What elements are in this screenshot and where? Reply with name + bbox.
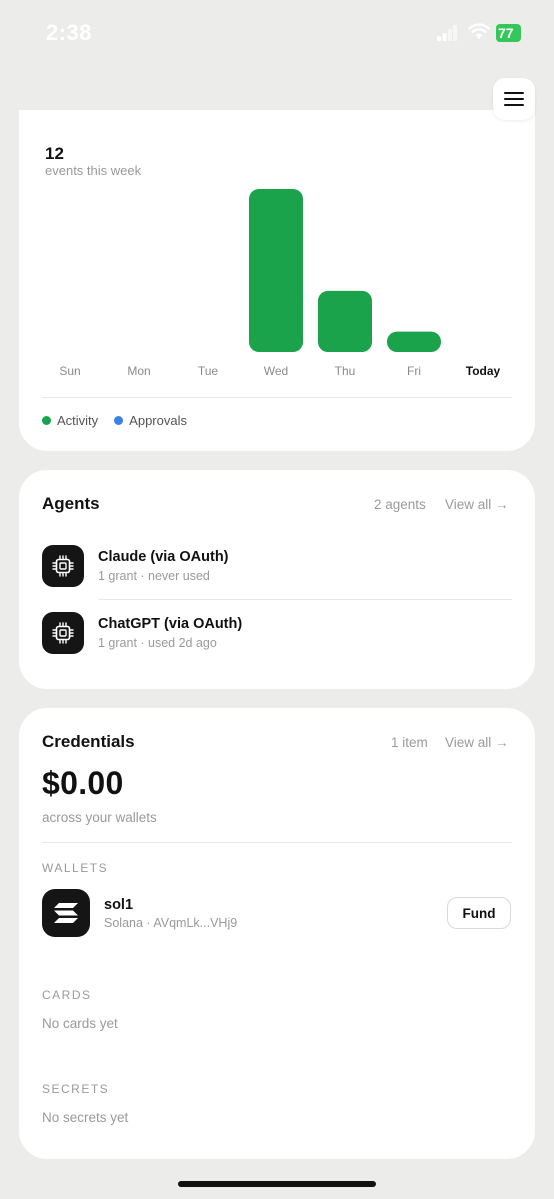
status-time: 2:38 [46, 20, 93, 45]
credentials-count: 1 item [391, 735, 428, 750]
activity-card: 12 events this week Sun Mon Tue Wed Thu Fri To… [19, 110, 535, 451]
chart-legend: Activity Approvals [42, 413, 187, 428]
wallet-name: sol1 [104, 897, 134, 913]
wallets-label: WALLETS [42, 861, 109, 875]
fund-button[interactable]: Fund [447, 897, 511, 929]
approvals-dot-icon [114, 416, 124, 425]
legend-activity-label: Activity [57, 413, 99, 428]
secrets-empty-text: No secrets yet [42, 1110, 129, 1125]
day-label-fri: Fri [407, 364, 421, 378]
bar-fri [387, 331, 441, 352]
agent-name: Claude (via OAuth) [98, 549, 229, 565]
legend-approvals: Approvals [114, 413, 187, 428]
balance-amount: $0.00 [42, 765, 124, 801]
day-label-sun: Sun [59, 364, 81, 378]
day-label-mon: Mon [127, 364, 151, 378]
day-label-wed: Wed [263, 364, 289, 378]
cards-label: CARDS [42, 988, 92, 1002]
chip-icon [42, 545, 84, 587]
cards-empty-text: No cards yet [42, 1016, 118, 1031]
balance-label: across your wallets [42, 810, 157, 825]
hamburger-icon [504, 92, 524, 106]
status-bar: 2:38 77 [0, 0, 554, 66]
signal-icon [437, 25, 457, 41]
agent-name: ChatGPT (via OAuth) [98, 616, 243, 632]
credentials-view-all-link[interactable]: View all → [445, 735, 509, 750]
agents-card: Agents 2 agents View all → Claude (via O… [19, 470, 535, 689]
day-label-today: Today [465, 364, 501, 378]
battery-indicator: 77 [496, 24, 521, 42]
agent-sub: 1 grant · never used [98, 569, 210, 583]
divider [98, 599, 512, 600]
solana-icon [42, 889, 90, 937]
agents-view-all-link[interactable]: View all → [445, 497, 509, 512]
day-label-tue: Tue [197, 364, 219, 378]
activity-dot-icon [42, 416, 51, 425]
legend-activity: Activity [42, 413, 98, 428]
menu-button[interactable] [493, 78, 535, 120]
divider [42, 397, 512, 398]
credentials-card: Credentials 1 item View all → $0.00 acro… [19, 708, 535, 1159]
bar-thu [318, 290, 372, 352]
agent-row-chatgpt[interactable]: ChatGPT (via OAuth) 1 grant · used 2d ag… [42, 612, 512, 656]
credentials-title: Credentials [42, 732, 135, 751]
agent-row-claude[interactable]: Claude (via OAuth) 1 grant · never used [42, 545, 512, 589]
wifi-icon [468, 23, 490, 39]
agent-sub: 1 grant · used 2d ago [98, 636, 217, 650]
secrets-label: SECRETS [42, 1082, 110, 1096]
legend-approvals-label: Approvals [129, 413, 187, 428]
agents-title: Agents [42, 494, 100, 513]
wallet-address: Solana · AVqmLk...VHj9 [104, 916, 238, 930]
chip-icon [42, 612, 84, 654]
home-indicator [178, 1181, 376, 1187]
agents-count: 2 agents [374, 497, 426, 512]
divider [42, 842, 512, 843]
bar-wed [249, 189, 303, 352]
day-label-thu: Thu [334, 364, 356, 378]
